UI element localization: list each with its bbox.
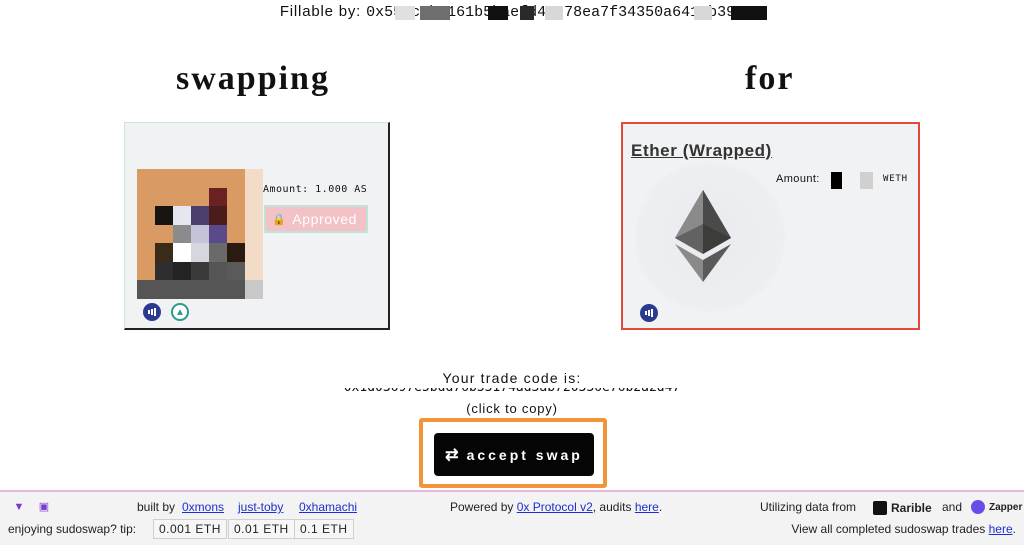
swapping-heading: swapping [176, 60, 330, 97]
tip-button-0-1[interactable]: 0.1 ETH [294, 519, 354, 539]
author-link-0xhamachi[interactable]: 0xhamachi [299, 500, 357, 514]
zapper-label[interactable]: Zapper [989, 502, 1022, 513]
period: . [1012, 522, 1016, 536]
view-all-trades-text: View all completed sudoswap trades here. [791, 522, 1016, 536]
offered-asset-card[interactable]: Amount: 1.000 AS 🔒 Approved ▲ [124, 122, 390, 330]
offered-amount: Amount: 1.000 AS [263, 184, 368, 195]
amount-unit: WETH [883, 174, 908, 184]
protocol-link[interactable]: 0x Protocol v2 [517, 500, 593, 514]
zapper-logo-icon [971, 500, 985, 514]
rarible-label[interactable]: Rarible [891, 501, 932, 515]
stats-icon[interactable] [640, 304, 658, 322]
footer: ▼ ▣ built by 0xmons just-toby 0xhamachi … [0, 490, 1024, 545]
author-link-0xmons[interactable]: 0xmons [182, 500, 224, 514]
powered-by-text: Powered by 0x Protocol v2, audits here. [450, 500, 662, 514]
accept-swap-button[interactable]: ⇄ accept swap [434, 433, 594, 476]
requested-amount: Amount: WETH [776, 172, 907, 189]
nft-pixel-art-image [137, 169, 263, 299]
redaction-block [694, 6, 712, 20]
trade-code-text[interactable]: 0x1d03697e5bdd76b33174ad3ab720336e76b2a2… [344, 388, 681, 395]
accept-swap-label: accept swap [466, 446, 583, 463]
author-link-just-toby[interactable]: just-toby [238, 500, 283, 514]
token-name[interactable]: Ether (Wrapped) [631, 141, 772, 161]
redaction-block [860, 172, 873, 189]
built-by-label: built by [137, 500, 176, 514]
stats-icon[interactable] [143, 303, 161, 321]
trade-code-label: Your trade code is: [442, 370, 582, 386]
approved-button[interactable]: 🔒 Approved [264, 205, 368, 233]
opensea-icon[interactable]: ▲ [171, 303, 189, 321]
view-all-label: View all completed sudoswap trades [791, 522, 986, 536]
discord-icon[interactable]: ▣ [37, 501, 51, 513]
powered-by-label: Powered by [450, 500, 514, 514]
swap-arrows-icon: ⇄ [445, 446, 459, 464]
fillable-label: Fillable by: [279, 3, 362, 20]
rarible-logo-icon [873, 501, 887, 515]
redaction-block [545, 6, 563, 20]
tip-button-0-001[interactable]: 0.001 ETH [153, 519, 227, 539]
audits-link[interactable]: here [635, 500, 659, 514]
trade-code-value[interactable]: 0x1d03697e5bdd76b33174ad3ab720336e76b2a2… [0, 388, 1024, 397]
click-to-copy-hint[interactable]: (click to copy) [0, 401, 1024, 416]
tip-label: enjoying sudoswap? tip: [8, 522, 137, 536]
twitter-icon[interactable]: ▼ [12, 501, 26, 513]
redaction-block [395, 6, 415, 20]
amount-label: Amount: [776, 173, 820, 185]
ethereum-logo-icon [635, 162, 785, 312]
redaction-block [420, 6, 450, 20]
redaction-block [520, 6, 534, 20]
requested-asset-card[interactable]: Ether (Wrapped) Amount: WETH [621, 122, 920, 330]
accept-swap-highlight: ⇄ accept swap [419, 418, 607, 488]
lock-icon: 🔒 [272, 213, 287, 226]
view-all-link[interactable]: here [989, 522, 1013, 536]
audits-label: , audits [592, 500, 632, 514]
fillable-by-line: Fillable by: 0x553cab5161b5baefd43c78ea7… [0, 3, 1024, 21]
for-heading: for [745, 60, 795, 97]
redaction-block [488, 6, 508, 20]
redaction-block [731, 6, 767, 20]
utilizing-data-label: Utilizing data from [760, 500, 857, 514]
period: . [658, 500, 663, 514]
and-label: and [942, 500, 963, 514]
approved-label: Approved [292, 211, 358, 227]
tip-button-0-01[interactable]: 0.01 ETH [228, 519, 295, 539]
redaction-block [831, 172, 842, 189]
